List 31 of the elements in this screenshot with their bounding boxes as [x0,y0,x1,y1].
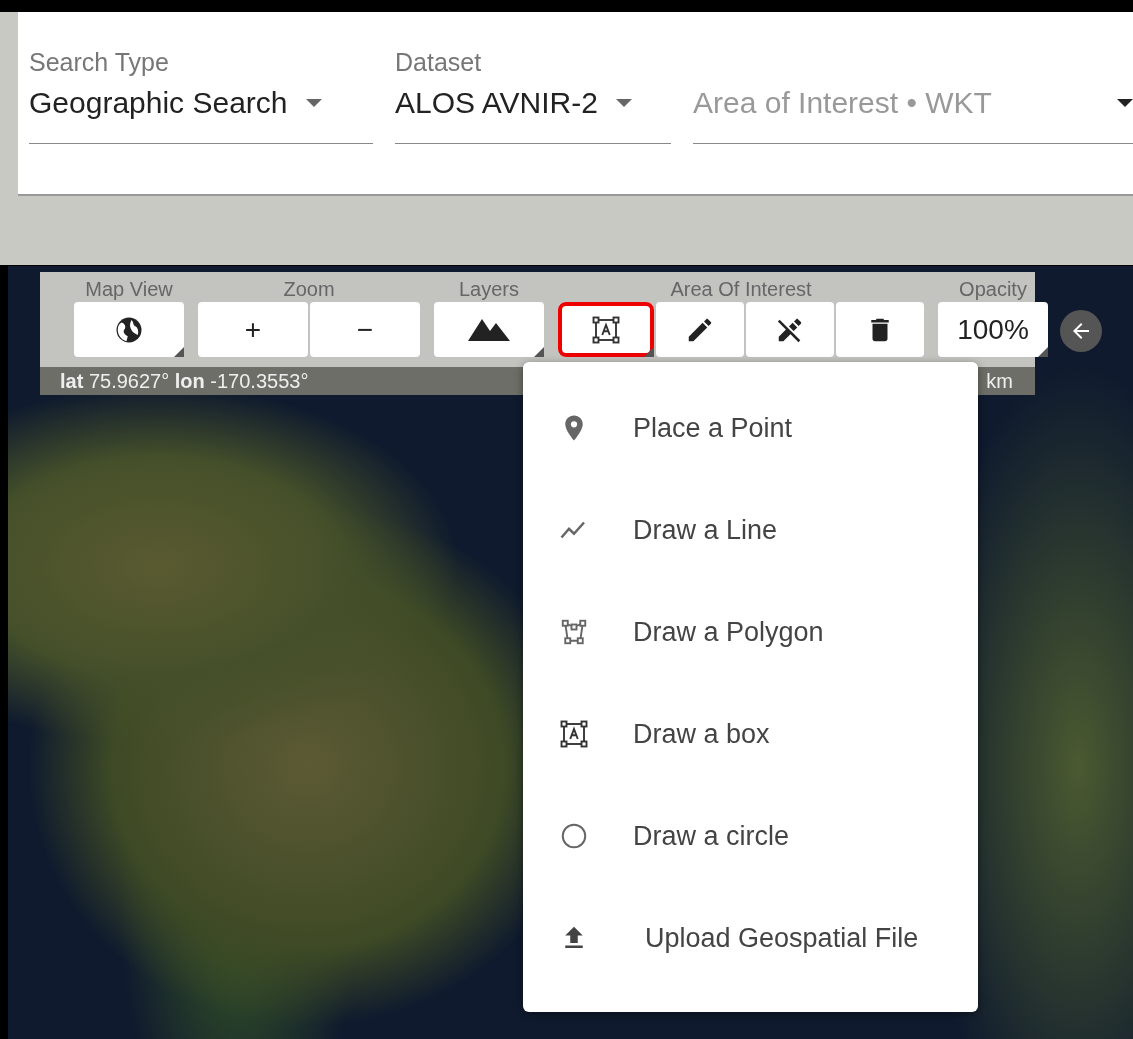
field-label: Search Type [29,48,170,78]
toolbar-button[interactable] [558,302,654,357]
select-field[interactable]: Geographic Search [29,80,373,126]
coordinates-text: lat 75.9627° lon -170.3553° [60,369,309,393]
group-label: Area Of Interest [670,278,812,302]
menu-item[interactable]: Draw a circle [523,785,978,887]
toolbar-button[interactable] [746,302,834,357]
menu-item[interactable]: Upload Geospatial File [523,887,978,989]
menu-item[interactable]: Place a Point [523,377,978,479]
circle-icon [559,821,589,851]
group-label: Opacity [959,278,1027,302]
menu-item[interactable]: Draw a box [523,683,978,785]
toolbar-button[interactable]: − [310,302,420,357]
mountain-icon [468,318,510,341]
box-icon [559,719,589,749]
toolbar-button[interactable] [656,302,744,357]
group-label: Layers [459,278,519,302]
menu-item[interactable]: Draw a Polygon [523,581,978,683]
group-label: Map View [85,278,173,302]
scale-text: km [986,369,1013,393]
toolbar-button[interactable] [74,302,184,357]
toolbar-button[interactable]: 100% [938,302,1048,357]
polygon-icon [559,617,589,647]
toolbar-button[interactable] [434,302,544,357]
menu-item[interactable]: Draw a Line [523,479,978,581]
toolbar-button[interactable]: + [198,302,308,357]
group-label: Zoom [283,278,335,302]
toolbar-button[interactable] [836,302,924,357]
field-label: Dataset [395,48,483,78]
select-field[interactable]: ALOS AVNIR-2 [395,80,671,126]
box-select-icon [591,314,621,345]
